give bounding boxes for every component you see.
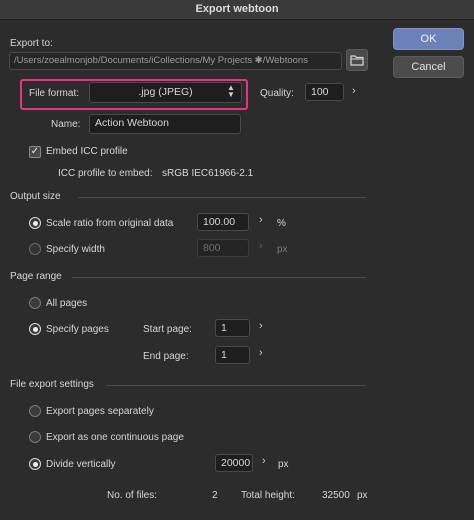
cancel-button[interactable]: Cancel [393, 56, 464, 78]
page-range-divider [72, 277, 366, 278]
name-input[interactable]: Action Webtoon [89, 114, 241, 134]
export-to-label: Export to: [10, 38, 53, 49]
all-pages-label: All pages [46, 298, 88, 309]
specify-width-radio[interactable] [29, 243, 41, 255]
export-path-field[interactable]: /Users/zoealmonjob/Documents/iCollection… [9, 52, 342, 70]
total-height-value: 32500 [322, 490, 350, 501]
divide-vertically-label: Divide vertically [46, 459, 116, 470]
specify-pages-label: Specify pages [46, 324, 109, 335]
end-page-input[interactable]: 1 [215, 346, 250, 364]
width-unit: px [277, 244, 288, 255]
width-input[interactable]: 800 [197, 239, 249, 257]
ok-button[interactable]: OK [393, 28, 464, 50]
width-chevron-right-icon[interactable]: › [259, 240, 263, 252]
browse-folder-button[interactable] [346, 49, 368, 71]
scale-chevron-right-icon[interactable]: › [259, 214, 263, 226]
scale-ratio-label: Scale ratio from original data [46, 218, 174, 229]
folder-icon [350, 55, 364, 66]
window-title: Export webtoon [195, 3, 279, 15]
export-separately-label: Export pages separately [46, 406, 154, 417]
embed-icc-label: Embed ICC profile [46, 146, 128, 157]
updown-arrows-icon[interactable]: ▲ ▼ [226, 84, 236, 100]
all-pages-radio[interactable] [29, 297, 41, 309]
start-page-chevron-right-icon[interactable]: › [259, 320, 263, 332]
no-of-files-value: 2 [212, 490, 218, 501]
checkmark-icon: ✓ [30, 146, 40, 157]
divide-height-input[interactable]: 20000 [215, 454, 253, 472]
total-height-unit: px [357, 490, 368, 501]
quality-chevron-right-icon[interactable]: › [352, 85, 356, 97]
icc-profile-label: ICC profile to embed: [58, 168, 153, 179]
divide-unit: px [278, 459, 289, 470]
file-export-divider [106, 385, 366, 386]
file-format-label: File format: [29, 88, 80, 99]
divide-chevron-right-icon[interactable]: › [262, 455, 266, 467]
export-continuous-radio[interactable] [29, 431, 41, 443]
quality-label: Quality: [260, 88, 294, 99]
export-separately-radio[interactable] [29, 405, 41, 417]
file-format-select[interactable]: .jpg (JPEG) [89, 82, 242, 103]
divide-vertically-radio[interactable] [29, 458, 41, 470]
end-page-label: End page: [143, 351, 189, 362]
scale-unit: % [277, 218, 286, 229]
specify-pages-radio[interactable] [29, 323, 41, 335]
icc-profile-value: sRGB IEC61966-2.1 [162, 168, 254, 179]
output-size-divider [78, 197, 366, 198]
scale-ratio-radio[interactable] [29, 217, 41, 229]
file-export-title: File export settings [10, 379, 94, 390]
no-of-files-label: No. of files: [107, 490, 158, 501]
page-range-title: Page range [10, 271, 62, 282]
embed-icc-checkbox[interactable]: ✓ [29, 146, 41, 158]
start-page-input[interactable]: 1 [215, 319, 250, 337]
scale-ratio-input[interactable]: 100.00 [197, 213, 249, 231]
specify-width-label: Specify width [46, 244, 105, 255]
quality-input[interactable]: 100 [305, 83, 344, 101]
output-size-title: Output size [10, 191, 61, 202]
export-continuous-label: Export as one continuous page [46, 432, 184, 443]
end-page-chevron-right-icon[interactable]: › [259, 347, 263, 359]
start-page-label: Start page: [143, 324, 192, 335]
total-height-label: Total height: [241, 490, 295, 501]
name-label: Name: [51, 119, 81, 130]
